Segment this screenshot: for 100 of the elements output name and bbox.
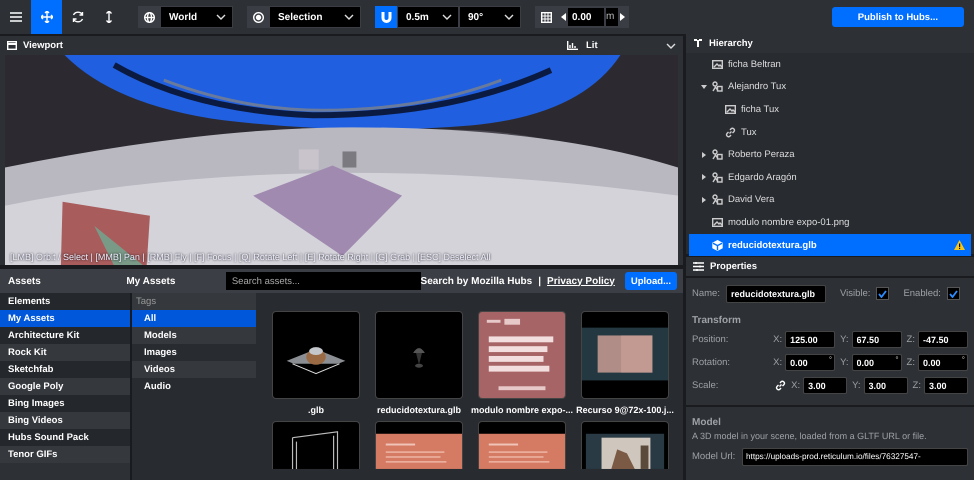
tag-item[interactable]: Models: [132, 327, 256, 344]
axis-label: Y:: [840, 334, 849, 345]
axis-label: X:: [773, 357, 782, 368]
search-field[interactable]: Search assets...: [226, 272, 421, 290]
snap-angle-dropdown[interactable]: 90°: [459, 6, 521, 28]
tag-item[interactable]: All: [132, 310, 256, 327]
privacy-policy-link[interactable]: Privacy Policy: [547, 276, 615, 286]
separator-text: |: [538, 276, 542, 286]
hierarchy-item[interactable]: modulo nombre expo-01.png: [689, 211, 971, 234]
hierarchy-item[interactable]: Tux: [689, 120, 971, 144]
name-field[interactable]: reducidotextura.glb: [726, 284, 826, 302]
tags-header: Tags: [132, 293, 256, 310]
resize-icon: [104, 11, 112, 23]
axis-label: X:: [773, 334, 782, 345]
move-tool-button[interactable]: [31, 0, 62, 34]
cube-icon: [712, 240, 723, 251]
unit-label: m: [606, 8, 618, 26]
image-icon: [725, 104, 736, 114]
link-icon: [725, 126, 736, 138]
shapes-icon: [712, 194, 723, 206]
hierarchy-item[interactable]: David Vera: [689, 188, 971, 212]
number-field[interactable]: 3.00: [803, 377, 848, 394]
upload-button[interactable]: Upload...: [624, 272, 677, 290]
hierarchy-item[interactable]: Edgardo Aragón: [689, 166, 971, 189]
visible-checkbox[interactable]: [876, 287, 890, 300]
hierarchy-item[interactable]: ficha Beltran: [689, 53, 971, 76]
hierarchy-item[interactable]: reducidotextura.glb: [689, 234, 971, 256]
source-item[interactable]: Google Poly: [0, 378, 130, 395]
asset-name: modulo nombre expo-...: [471, 405, 574, 415]
render-mode-dropdown[interactable]: Lit: [586, 40, 676, 51]
snap-toggle[interactable]: [375, 6, 397, 28]
target-glyph: [252, 12, 264, 22]
move-icon: [40, 11, 52, 23]
grid-glyph: [540, 12, 552, 22]
source-item[interactable]: My Assets: [0, 310, 130, 327]
menu-icon: [10, 12, 22, 22]
url-field[interactable]: https://uploads-prod.reticulum.io/files/76327547-: [742, 448, 968, 466]
degree-unit: °: [962, 355, 965, 364]
panel-title: Hierarchy: [709, 38, 753, 49]
field-label: Rotation:: [692, 357, 730, 368]
panel-title: Assets: [7, 276, 42, 286]
number-field[interactable]: 67.50: [852, 331, 902, 348]
axis-label: Y:: [852, 380, 861, 391]
number-field[interactable]: -47.50: [918, 331, 968, 348]
image-icon: [712, 218, 723, 227]
axis-label: Y:: [840, 357, 849, 368]
hierarchy-item[interactable]: Alejandro Tux: [689, 76, 971, 98]
pivot-dropdown[interactable]: Selection: [269, 6, 361, 28]
chevron-icon: [504, 14, 514, 20]
hierarchy-item[interactable]: Roberto Peraza: [689, 143, 971, 166]
chevron-icon: [216, 14, 226, 20]
source-item[interactable]: Hubs Sound Pack: [0, 429, 130, 446]
source-item[interactable]: Bing Images: [0, 395, 130, 412]
field-label: Visible:: [840, 288, 870, 299]
attribution-text: Search by Mozilla Hubs: [420, 276, 532, 286]
number-field[interactable]: 3.00: [864, 377, 908, 394]
source-item[interactable]: Tenor GIFs: [0, 446, 130, 463]
chevron-icon: [666, 42, 676, 48]
globe-glyph: [144, 12, 154, 22]
number-field[interactable]: 125.00: [785, 331, 836, 348]
section-title: Model: [691, 416, 722, 430]
degree-unit: °: [828, 355, 832, 364]
check-icon: [948, 290, 958, 298]
check-icon: [878, 290, 888, 298]
asset-name: Recurso 9@72x-100.j...: [576, 405, 674, 415]
source-item[interactable]: Elements: [0, 293, 130, 310]
tag-item[interactable]: Videos: [132, 361, 256, 378]
asset-name: .glb: [308, 405, 324, 415]
image-icon: [712, 60, 723, 69]
number-field[interactable]: 3.00: [924, 377, 968, 394]
tag-item[interactable]: Audio: [132, 378, 256, 395]
hierarchy-item[interactable]: ficha Tux: [689, 98, 971, 121]
snap-distance-dropdown[interactable]: 0.5m: [397, 6, 459, 28]
grid-height-field[interactable]: 0.00 m: [557, 6, 630, 28]
degree-unit: °: [895, 355, 899, 364]
shapes-icon: [712, 149, 723, 160]
section-description: A 3D model in your scene, loaded from a GLTF URL or file.: [691, 431, 928, 443]
axis-label: X:: [791, 380, 800, 391]
chart-icon: [567, 41, 578, 50]
rotate-icon: [72, 11, 84, 23]
shapes-icon: [712, 81, 723, 92]
tag-item[interactable]: Images: [132, 344, 256, 361]
field-label: Scale:: [692, 380, 718, 391]
source-item[interactable]: Rock Kit: [0, 344, 130, 361]
source-item[interactable]: Bing Videos: [0, 412, 130, 429]
field-label: Name:: [692, 288, 720, 299]
field-label: Position:: [692, 334, 728, 345]
axis-label: Z:: [912, 380, 921, 391]
asset-name: reducidotextura.glb: [376, 405, 461, 415]
axis-label: Z:: [906, 334, 915, 345]
field-label: Enabled:: [903, 288, 941, 299]
publish-button[interactable]: Publish to Hubs...: [832, 7, 964, 27]
sliders-icon: [693, 262, 704, 271]
field-label: Model Url:: [692, 451, 736, 462]
source-item[interactable]: Architecture Kit: [0, 327, 130, 344]
enabled-checkbox[interactable]: [946, 287, 960, 300]
shapes-icon: [712, 172, 723, 183]
source-item[interactable]: Sketchfab: [0, 361, 130, 378]
magnet-icon: [380, 12, 392, 22]
transform-space-dropdown[interactable]: World: [160, 6, 233, 28]
